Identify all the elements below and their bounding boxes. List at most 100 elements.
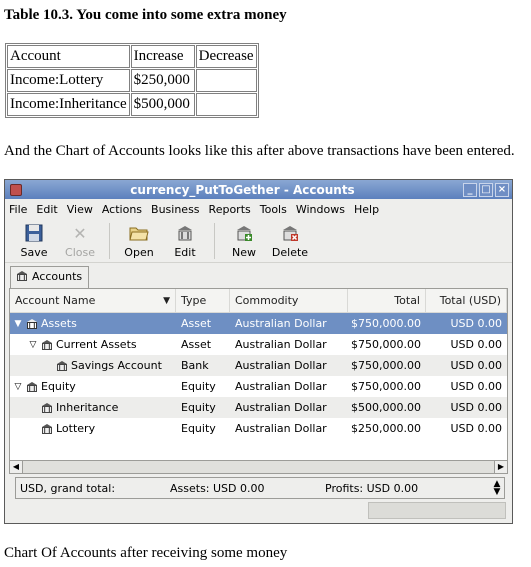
table-cell xyxy=(195,69,257,92)
table-cell: $250,000 xyxy=(130,69,195,92)
menu-windows[interactable]: Windows xyxy=(296,203,345,216)
save-button[interactable]: Save xyxy=(11,219,57,259)
toolbar: Save ✕ Close Open Edit New Delete xyxy=(5,219,512,263)
account-commodity: Australian Dollar xyxy=(235,422,327,435)
scroll-left-icon[interactable]: ◀ xyxy=(10,461,23,473)
menu-actions[interactable]: Actions xyxy=(102,203,142,216)
account-commodity: Australian Dollar xyxy=(235,338,327,351)
table-title: Table 10.3. You come into some extra mon… xyxy=(4,7,287,23)
table-cell: $500,000 xyxy=(130,93,195,116)
account-total: $500,000.00 xyxy=(351,401,421,414)
spinner-icon[interactable]: ▲ ▼ xyxy=(490,480,504,497)
account-total-usd: USD 0.00 xyxy=(450,401,503,414)
column-type[interactable]: Type xyxy=(176,289,230,312)
close-icon: ✕ xyxy=(73,223,87,243)
tab-accounts[interactable]: Accounts xyxy=(10,266,90,288)
app-icon xyxy=(10,183,22,196)
account-total: $750,000.00 xyxy=(351,359,421,372)
scroll-right-icon[interactable]: ▶ xyxy=(494,461,507,473)
column-total-usd[interactable]: Total (USD) xyxy=(426,289,507,312)
menu-file[interactable]: File xyxy=(9,203,27,216)
edit-account-icon xyxy=(174,222,196,244)
new-button[interactable]: New xyxy=(221,219,267,259)
close-window-button[interactable]: × xyxy=(495,182,509,197)
window-titlebar[interactable]: currency_PutToGether - Accounts _ □ × xyxy=(5,180,512,199)
account-name: Savings Account xyxy=(71,359,162,372)
account-total-usd: USD 0.00 xyxy=(450,317,503,330)
table-cell xyxy=(195,93,257,116)
accounts-window: currency_PutToGether - Accounts _ □ × Fi… xyxy=(4,179,513,524)
floppy-icon xyxy=(23,222,45,244)
horizontal-scrollbar[interactable]: ◀ ▶ xyxy=(9,460,508,474)
account-commodity: Australian Dollar xyxy=(235,317,327,330)
account-row-inheritance[interactable]: Inheritance Equity Australian Dollar $50… xyxy=(10,397,507,418)
table-header-account: Account xyxy=(7,45,130,68)
edit-label: Edit xyxy=(174,246,196,259)
menu-reports[interactable]: Reports xyxy=(209,203,251,216)
column-commodity[interactable]: Commodity xyxy=(230,289,348,312)
status-progress xyxy=(368,502,506,519)
edit-button[interactable]: Edit xyxy=(162,219,208,259)
expander-icon[interactable]: ▽ xyxy=(13,382,23,392)
account-row-current-assets[interactable]: ▽ Current Assets Asset Australian Dollar… xyxy=(10,334,507,355)
chevron-down-icon[interactable]: ▼ xyxy=(163,296,170,306)
account-row-equity[interactable]: ▽ Equity Equity Australian Dollar $750,0… xyxy=(10,376,507,397)
account-row-savings-account[interactable]: Savings Account Bank Australian Dollar $… xyxy=(10,355,507,376)
close-label: Close xyxy=(65,246,95,259)
account-row-lottery[interactable]: Lottery Equity Australian Dollar $250,00… xyxy=(10,418,507,439)
open-label: Open xyxy=(124,246,154,259)
menu-view[interactable]: View xyxy=(67,203,93,216)
menu-help[interactable]: Help xyxy=(354,203,379,216)
figure-caption: Chart Of Accounts after receiving some m… xyxy=(4,545,288,561)
menu-business[interactable]: Business xyxy=(151,203,200,216)
minimize-button[interactable]: _ xyxy=(463,182,477,197)
account-name: Lottery xyxy=(56,422,96,435)
tree-header: Account Name ▼ Type Commodity Total Tota… xyxy=(10,289,507,313)
grand-total-label: USD, grand total: xyxy=(20,481,116,495)
toolbar-separator xyxy=(109,223,110,259)
delete-button[interactable]: Delete xyxy=(267,219,313,259)
account-type: Equity xyxy=(181,422,216,435)
menubar: File Edit View Actions Business Reports … xyxy=(5,199,512,219)
column-total[interactable]: Total xyxy=(348,289,426,312)
account-type: Bank xyxy=(181,359,209,372)
account-total-usd: USD 0.00 xyxy=(450,338,503,351)
bank-icon xyxy=(17,271,27,281)
folder-open-icon xyxy=(128,222,150,244)
assets-total: Assets: USD 0.00 xyxy=(170,481,265,495)
menu-tools[interactable]: Tools xyxy=(260,203,287,216)
close-button[interactable]: ✕ Close xyxy=(57,219,103,260)
account-total-usd: USD 0.00 xyxy=(450,380,503,393)
new-account-icon xyxy=(233,222,255,244)
table-cell: Income:Lottery xyxy=(7,69,130,92)
account-total: $750,000.00 xyxy=(351,317,421,330)
save-label: Save xyxy=(20,246,48,259)
table-cell: Income:Inheritance xyxy=(7,93,130,116)
account-name: Inheritance xyxy=(56,401,119,414)
account-commodity: Australian Dollar xyxy=(235,380,327,393)
account-total: $750,000.00 xyxy=(351,380,421,393)
toolbar-separator xyxy=(214,223,215,259)
column-account-name-label: Account Name xyxy=(15,294,96,307)
account-row-assets[interactable]: ▼ Assets Asset Australian Dollar $750,00… xyxy=(10,313,507,334)
bank-icon xyxy=(42,402,52,413)
profits-total: Profits: USD 0.00 xyxy=(325,481,419,495)
intro-text: And the Chart of Accounts looks like thi… xyxy=(4,143,515,159)
delete-label: Delete xyxy=(271,246,309,259)
tab-row: Accounts xyxy=(5,263,512,288)
open-button[interactable]: Open xyxy=(116,219,162,259)
bank-icon xyxy=(42,423,52,434)
summary-bar[interactable]: USD, grand total: Assets: USD 0.00 Profi… xyxy=(15,477,505,499)
account-type: Asset xyxy=(181,317,212,330)
maximize-button[interactable]: □ xyxy=(479,182,493,197)
menu-edit[interactable]: Edit xyxy=(36,203,57,216)
expander-icon[interactable]: ▽ xyxy=(28,340,38,350)
bank-icon xyxy=(42,339,52,350)
bank-icon xyxy=(27,381,37,392)
table-header-decrease: Decrease xyxy=(195,45,257,68)
accounts-tree: Account Name ▼ Type Commodity Total Tota… xyxy=(9,288,508,474)
account-total-usd: USD 0.00 xyxy=(450,422,503,435)
column-account-name[interactable]: Account Name ▼ xyxy=(10,289,176,312)
expander-icon[interactable]: ▼ xyxy=(13,319,23,329)
tab-accounts-label: Accounts xyxy=(32,270,83,283)
